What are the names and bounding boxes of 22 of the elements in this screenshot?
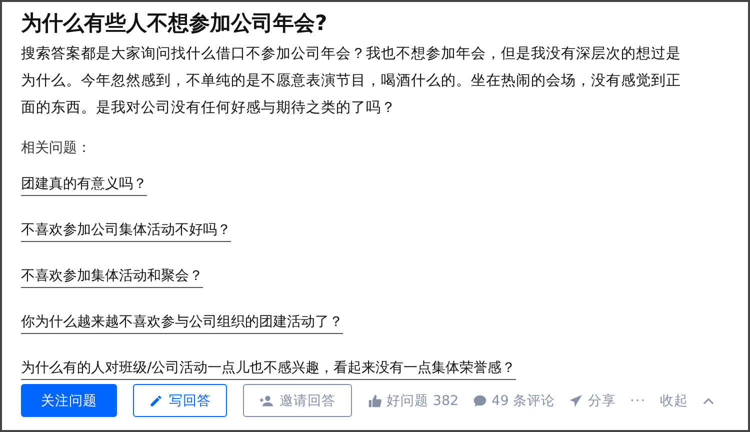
share-button[interactable]: 分享 [569, 392, 616, 410]
like-button[interactable]: 好问题 382 [368, 392, 459, 410]
question-title: 为什么有些人不想参加公司年会? [21, 10, 328, 37]
collapse-button[interactable]: 收起 [660, 392, 714, 410]
paper-plane-icon [569, 394, 584, 408]
related-label: 相关问题： [21, 139, 92, 158]
add-person-icon [259, 394, 274, 408]
related-question-link[interactable]: 你为什么越来越不喜欢参与公司组织的团建活动了？ [21, 312, 343, 334]
related-question-link[interactable]: 为什么有的人对班级/公司活动一点儿也不感兴趣，看起来没有一点集体荣誉感？ [21, 358, 516, 380]
question-body: 搜索答案都是大家询问找什么借口不参加公司年会？我也不想参加年会，但是我没有深层次的想过是为什么。今年忽然感到，不单纯的是不愿意表演节目，喝酒什么的。坐在热闹的会场，没有感觉到正面的东西。是我对公司没有任何好感与期待之类的了吗？ [21, 44, 682, 118]
chevron-up-icon [703, 396, 714, 404]
invite-button[interactable]: 邀请回答 [243, 384, 352, 417]
pencil-icon [148, 394, 163, 408]
related-question-link[interactable]: 不喜欢参加公司集体活动不好吗？ [21, 220, 231, 242]
related-question-link[interactable]: 不喜欢参加集体活动和聚会？ [21, 266, 203, 288]
more-button[interactable]: ··· [630, 392, 646, 408]
related-question-link[interactable]: 团建真的有意义吗？ [21, 174, 147, 196]
write-answer-button[interactable]: 写回答 [132, 384, 228, 417]
comments-button[interactable]: 49 条评论 [472, 392, 556, 410]
speech-bubble-icon [472, 394, 487, 408]
follow-button[interactable]: 关注问题 [21, 384, 117, 417]
thumbs-up-icon [368, 394, 382, 408]
